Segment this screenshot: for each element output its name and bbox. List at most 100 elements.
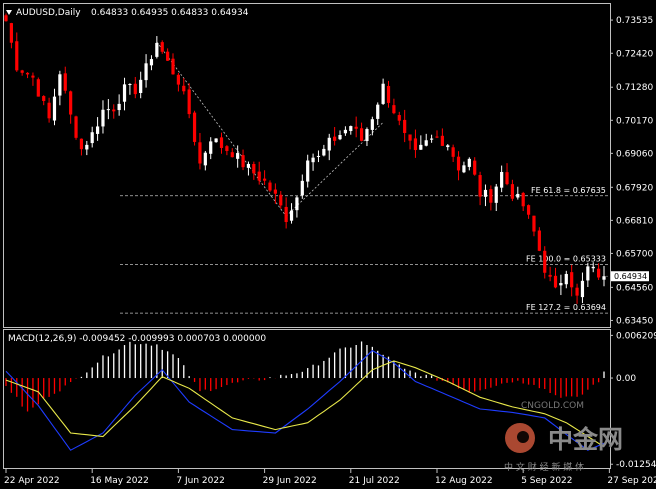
- candle-body: [397, 115, 401, 121]
- candle-body: [171, 58, 175, 75]
- candle-body: [187, 89, 191, 115]
- candle-body: [365, 129, 369, 141]
- symbol-header: AUDUSD,Daily: [16, 8, 81, 18]
- candle-body: [597, 268, 601, 278]
- candle-body: [532, 215, 536, 232]
- candle-body: [483, 189, 488, 197]
- price-tick-label: 0.73535: [616, 16, 653, 26]
- candle-body: [430, 138, 434, 140]
- candle-body: [462, 165, 466, 173]
- price-tick-label: 0.71280: [616, 83, 653, 93]
- candle-body: [570, 272, 574, 288]
- candle-body: [20, 70, 24, 73]
- fe-anchor-line: [156, 41, 287, 217]
- date-tick-label: 7 Jun 2022: [176, 476, 224, 486]
- candle-body: [149, 59, 154, 66]
- date-tick-label: 22 Apr 2022: [4, 476, 60, 486]
- fe-level-label: FE 100.0 = 0.65333: [526, 254, 606, 263]
- candle-body: [494, 186, 498, 203]
- candle-body: [359, 128, 364, 141]
- candle-body: [505, 172, 509, 185]
- date-tick-label: 27 Sep 2022: [607, 476, 656, 486]
- macd-tick-label: 0.00: [616, 374, 636, 384]
- candle-body: [435, 136, 439, 138]
- date-tick-label: 5 Sep 2022: [521, 476, 572, 486]
- candle-body: [333, 136, 337, 141]
- ohlc-header: 0.64833 0.64935 0.64833 0.64934: [91, 8, 249, 18]
- symbol-dropdown-icon[interactable]: [6, 10, 12, 15]
- candle-body: [370, 119, 374, 130]
- candle-body: [192, 112, 197, 142]
- candle-body: [246, 163, 251, 168]
- candle-body: [403, 119, 407, 133]
- candle-body: [95, 126, 100, 134]
- candle-body: [322, 148, 326, 156]
- candle-body: [69, 91, 73, 115]
- candle-body: [219, 137, 224, 148]
- price-tick-label: 0.66810: [616, 216, 653, 226]
- watermark-url: CNGOLD.COM: [521, 401, 584, 411]
- candle-body: [564, 273, 568, 285]
- candle-body: [106, 109, 110, 111]
- candle-body: [25, 72, 30, 75]
- date-tick-label: 29 Jun 2022: [263, 476, 317, 486]
- candle-body: [446, 145, 450, 148]
- svg-text:0.64934: 0.64934: [614, 272, 647, 281]
- price-tick-label: 0.69060: [616, 149, 653, 159]
- candle-body: [467, 158, 471, 167]
- macd-header: MACD(12,26,9) -0.009452 -0.009993 0.0007…: [8, 334, 266, 344]
- candle-body: [316, 155, 321, 157]
- candle-body: [419, 144, 423, 150]
- candle-body: [9, 23, 13, 43]
- candle-body: [58, 74, 62, 96]
- candle-body: [198, 142, 202, 164]
- candle-body: [47, 102, 51, 119]
- candle-body: [284, 206, 288, 223]
- price-tick-label: 0.67920: [616, 183, 653, 193]
- candle-body: [381, 83, 385, 104]
- candle-body: [236, 153, 240, 159]
- candle-body: [586, 266, 590, 281]
- candle-body: [478, 175, 482, 197]
- candle-body: [327, 137, 331, 151]
- trading-chart: AUDUSD,Daily 0.64833 0.64935 0.64833 0.6…: [3, 3, 656, 486]
- candle-body: [543, 250, 547, 273]
- price-tick-label: 0.65700: [616, 249, 653, 259]
- macd-tick-label: 0.006209: [616, 331, 656, 341]
- candle-body: [602, 276, 606, 280]
- candle-body: [79, 138, 84, 150]
- candle-body: [182, 85, 186, 92]
- candle-body: [241, 155, 245, 168]
- candle-body: [273, 189, 277, 194]
- candle-body: [306, 160, 310, 182]
- candle-body: [343, 129, 348, 134]
- date-tick-label: 12 Aug 2022: [435, 476, 493, 486]
- date-tick-label: 16 May 2022: [90, 476, 149, 486]
- candle-body: [52, 96, 57, 121]
- candle-body: [500, 171, 504, 188]
- candle-body: [155, 42, 159, 57]
- candle-body: [537, 230, 541, 251]
- candle-body: [311, 157, 315, 163]
- candle-body: [553, 275, 558, 288]
- candle-body: [424, 140, 428, 146]
- candle-body: [580, 280, 585, 298]
- fe-level-label: FE 61.8 = 0.67635: [531, 186, 606, 195]
- fe-level-label: FE 127.2 = 0.63694: [526, 303, 606, 312]
- candle-body: [203, 152, 207, 166]
- candle-body: [521, 192, 525, 207]
- candle-body: [225, 146, 229, 151]
- candle-body: [128, 84, 132, 86]
- candle-body: [268, 182, 272, 191]
- candle-body: [510, 184, 515, 199]
- watermark-cn: 中金网: [548, 425, 623, 454]
- candle-body: [74, 116, 78, 138]
- candle-body: [36, 79, 40, 97]
- candle-body: [209, 141, 213, 154]
- candle-body: [139, 79, 143, 94]
- candle-body: [122, 84, 127, 102]
- candle-body: [349, 126, 353, 132]
- candle-body: [338, 135, 342, 140]
- candle-body: [408, 134, 412, 141]
- candle-body: [591, 266, 595, 269]
